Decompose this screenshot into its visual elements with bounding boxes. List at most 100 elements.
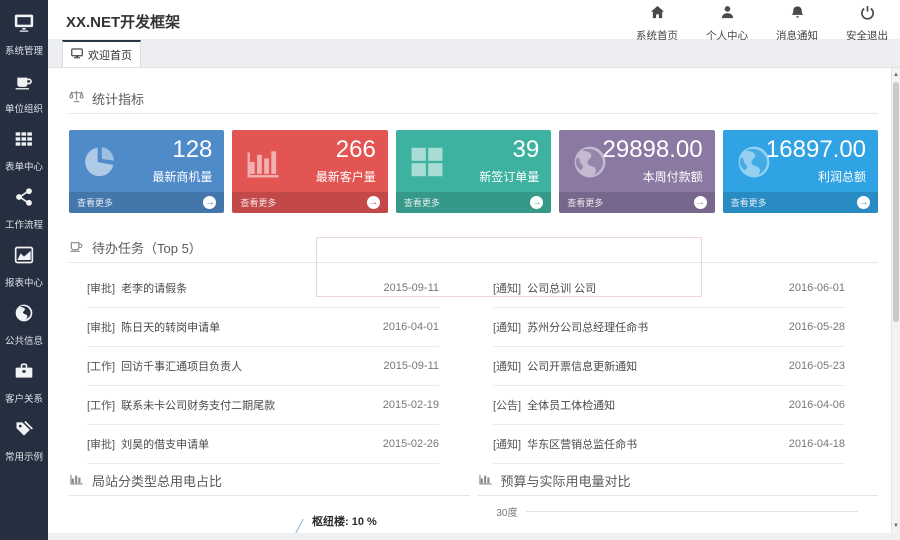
todo-title: 刘昊的借支申请单 bbox=[121, 439, 210, 451]
windows-icon bbox=[408, 143, 446, 181]
arrow-circle-icon[interactable]: → bbox=[857, 196, 871, 209]
vertical-scrollbar[interactable]: ▲ ▼ bbox=[891, 68, 900, 533]
briefcase-icon bbox=[14, 361, 34, 386]
todo-tag: [工作] bbox=[87, 400, 116, 412]
todo-item[interactable]: [审批] 刘昊的借支申请单 2015-02-26 bbox=[87, 425, 439, 464]
stat-card-customers[interactable]: 266 最新客户量 查看更多 → bbox=[232, 130, 388, 213]
user-icon bbox=[720, 5, 735, 25]
notice-tag: [通知] bbox=[493, 322, 522, 334]
notice-item[interactable]: [通知] 公司开票信息更新通知 2016-05-23 bbox=[493, 347, 845, 386]
stat-label: 新签订单量 bbox=[479, 170, 540, 184]
monitor-icon bbox=[71, 47, 83, 62]
pie-chart[interactable]: 枢纽楼: 10 % bbox=[69, 496, 470, 533]
tab-welcome-home[interactable]: 欢迎首页 bbox=[62, 40, 141, 67]
todo-tag: [工作] bbox=[87, 361, 116, 373]
todo-item[interactable]: [工作] 联系未卡公司财务支付二期尾款 2015-02-19 bbox=[87, 386, 439, 425]
todo-title: 回访千事汇通项目负责人 bbox=[121, 361, 243, 373]
line-chart-header: 预算与实际用电量对比 bbox=[478, 471, 879, 489]
notice-title: 公司总训 公司 bbox=[527, 283, 597, 295]
bar-chart-icon bbox=[478, 471, 493, 489]
arrow-circle-icon[interactable]: → bbox=[693, 196, 707, 209]
top-header: XX.NET开发框架 系统首页 个人中心 消息通知 安全退出 bbox=[48, 0, 900, 43]
todo-date: 2015-02-26 bbox=[382, 438, 439, 450]
share-icon bbox=[14, 187, 34, 212]
todo-tag: [审批] bbox=[87, 322, 116, 334]
card-footer[interactable]: 查看更多 → bbox=[722, 192, 879, 213]
line-chart[interactable]: 30度 25度 bbox=[478, 496, 879, 533]
notice-tag: [公告] bbox=[493, 400, 522, 412]
view-more-link[interactable]: 查看更多 bbox=[77, 196, 113, 209]
nav-profile[interactable]: 个人中心 bbox=[702, 5, 752, 43]
todo-tag: [审批] bbox=[87, 439, 116, 451]
nav-logout[interactable]: 安全退出 bbox=[842, 5, 892, 43]
view-more-link[interactable]: 查看更多 bbox=[731, 196, 767, 209]
bar-chart-icon bbox=[244, 143, 282, 181]
notice-tag: [通知] bbox=[493, 439, 522, 451]
pie-callout-line bbox=[293, 518, 304, 533]
todo-list-right: [通知] 公司总训 公司 2016-06-01 [通知] 苏州分公司总经理任命书 2… bbox=[493, 269, 845, 464]
dashboard-page: 系统管理 单位组织 表单中心 工作流程 报表中心 公共信息 客户关系 常用示例 bbox=[0, 0, 900, 540]
arrow-circle-icon[interactable]: → bbox=[366, 196, 380, 209]
notice-item[interactable]: [通知] 苏州分公司总经理任命书 2016-05-28 bbox=[493, 308, 845, 347]
stat-label: 利润总额 bbox=[818, 170, 867, 184]
card-footer[interactable]: 查看更多 → bbox=[395, 192, 552, 213]
scrollbar-thumb[interactable] bbox=[893, 82, 899, 322]
stat-value: 128 bbox=[172, 136, 213, 163]
card-footer[interactable]: 查看更多 → bbox=[232, 192, 388, 213]
todo-lists: [审批] 老李的请假条 2015-09-11 [审批] 陈日天的转岗申请单 2016… bbox=[69, 269, 878, 464]
sidebar-item-reports[interactable]: 报表中心 bbox=[0, 238, 48, 296]
card-footer[interactable]: 查看更多 → bbox=[69, 192, 225, 213]
app-title: XX.NET开发框架 bbox=[66, 14, 181, 31]
sidebar-item-label: 公共信息 bbox=[5, 336, 43, 347]
stat-card-profit[interactable]: 16897.00 利润总额 查看更多 → bbox=[722, 130, 879, 213]
todo-title: 联系未卡公司财务支付二期尾款 bbox=[121, 400, 276, 412]
notice-item[interactable]: [通知] 华东区营销总监任命书 2016-04-18 bbox=[493, 425, 845, 464]
notice-date: 2016-04-18 bbox=[788, 438, 845, 450]
todo-item[interactable]: [工作] 回访千事汇通项目负责人 2015-09-11 bbox=[87, 347, 439, 386]
sidebar-item-workflow[interactable]: 工作流程 bbox=[0, 180, 48, 238]
notice-item[interactable]: [通知] 公司总训 公司 2016-06-01 bbox=[493, 269, 845, 308]
nav-messages[interactable]: 消息通知 bbox=[772, 5, 822, 43]
sidebar-item-crm[interactable]: 客户关系 bbox=[0, 354, 48, 412]
sidebar-item-org[interactable]: 单位组织 bbox=[0, 64, 48, 122]
todo-title: 陈日天的转岗申请单 bbox=[121, 322, 221, 334]
sidebar-item-system[interactable]: 系统管理 bbox=[0, 6, 48, 64]
todo-item[interactable]: [审批] 老李的请假条 2015-09-11 bbox=[87, 269, 439, 308]
sidebar-item-public-info[interactable]: 公共信息 bbox=[0, 296, 48, 354]
y-tick-label: 30度 bbox=[496, 508, 518, 519]
arrow-circle-icon[interactable]: → bbox=[530, 196, 544, 209]
todo-list-left: [审批] 老李的请假条 2015-09-11 [审批] 陈日天的转岗申请单 2016… bbox=[87, 269, 439, 464]
sidebar-item-forms[interactable]: 表单中心 bbox=[0, 122, 48, 180]
view-more-link[interactable]: 查看更多 bbox=[404, 196, 440, 209]
notice-date: 2016-04-06 bbox=[788, 399, 845, 411]
nav-home[interactable]: 系统首页 bbox=[632, 5, 682, 43]
globe-icon bbox=[14, 303, 34, 328]
stat-label: 最新商机量 bbox=[152, 170, 213, 184]
page-bottom-strip bbox=[48, 533, 900, 540]
home-icon bbox=[650, 5, 665, 25]
stat-card-business[interactable]: 128 最新商机量 查看更多 → bbox=[69, 130, 225, 213]
arrow-circle-icon[interactable]: → bbox=[203, 196, 217, 209]
view-more-link[interactable]: 查看更多 bbox=[240, 196, 276, 209]
sidebar-item-label: 常用示例 bbox=[5, 452, 43, 463]
todo-section-title: 待办任务（Top 5） bbox=[92, 240, 202, 256]
stat-card-orders[interactable]: 39 新签订单量 查看更多 → bbox=[395, 130, 552, 213]
scales-icon bbox=[69, 89, 84, 107]
stat-label: 最新客户量 bbox=[315, 170, 376, 184]
scroll-up-arrow-icon[interactable]: ▲ bbox=[892, 70, 900, 80]
stat-value: 266 bbox=[335, 136, 376, 163]
scroll-down-arrow-icon[interactable]: ▼ bbox=[892, 521, 900, 531]
pie-slice-label: 枢纽楼: 10 % bbox=[312, 516, 377, 528]
notice-date: 2016-05-23 bbox=[788, 360, 845, 372]
gridline bbox=[525, 511, 858, 512]
sidebar-item-samples[interactable]: 常用示例 bbox=[0, 412, 48, 470]
notice-item[interactable]: [公告] 全体员工体检通知 2016-04-06 bbox=[493, 386, 845, 425]
cup-icon bbox=[14, 71, 34, 96]
stat-card-payments[interactable]: 29898.00 本周付款额 查看更多 → bbox=[559, 130, 715, 213]
view-more-link[interactable]: 查看更多 bbox=[567, 196, 603, 209]
card-footer[interactable]: 查看更多 → bbox=[559, 192, 715, 213]
notice-tag: [通知] bbox=[493, 283, 522, 295]
stat-value: 16897.00 bbox=[765, 136, 867, 163]
todo-item[interactable]: [审批] 陈日天的转岗申请单 2016-04-01 bbox=[87, 308, 439, 347]
notice-title: 全体员工体检通知 bbox=[527, 400, 616, 412]
